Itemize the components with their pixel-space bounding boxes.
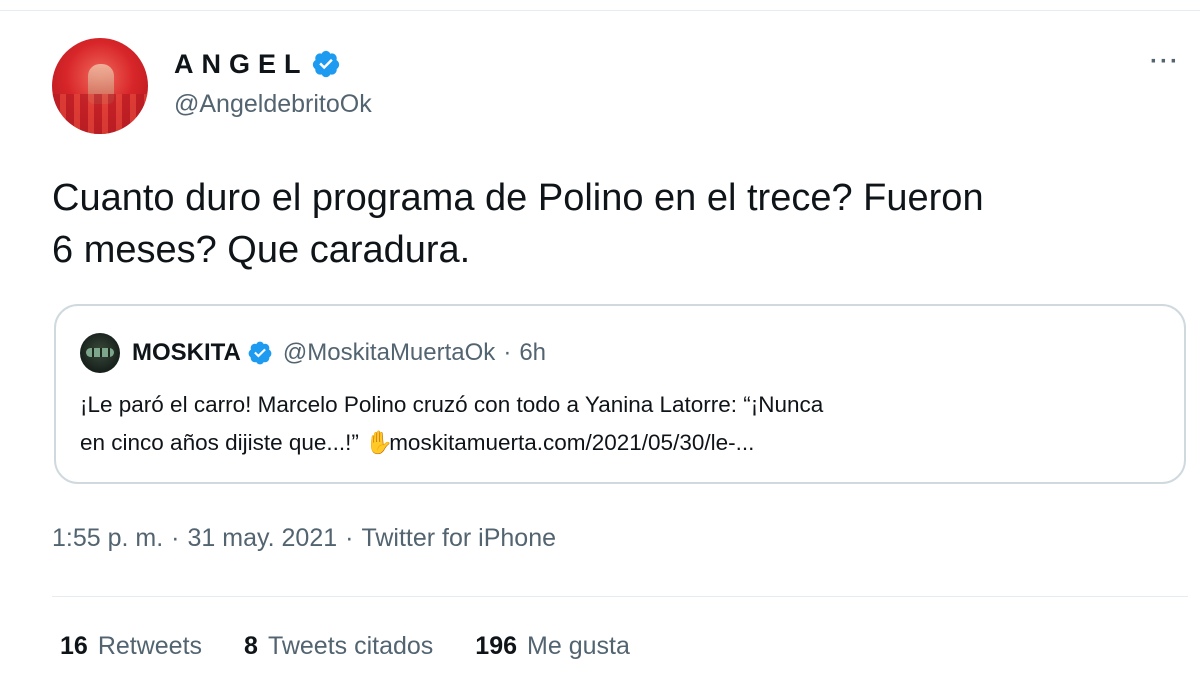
quoted-author-name[interactable]: MOSKITA: [132, 339, 241, 367]
tweet-meta: 1:55 p. m. · 31 may. 2021 · Twitter for iPho…: [52, 524, 556, 553]
quote-tweets-label: Tweets citados: [267, 632, 434, 660]
likes-stat[interactable]: 196 Me gusta: [475, 632, 630, 661]
quoted-tweet-header: MOSKITA @MoskitaMuertaOk · 6h: [132, 338, 546, 368]
separator-dot: ·: [171, 524, 180, 552]
avatar-background: [52, 94, 148, 134]
separator-dot: ·: [503, 339, 512, 366]
quote-tweets-stat[interactable]: 8 Tweets citados: [244, 632, 433, 661]
tweet-time[interactable]: 1:55 p. m.: [52, 524, 163, 552]
likes-count: 196: [475, 632, 518, 660]
quoted-tweet-card[interactable]: MOSKITA @MoskitaMuertaOk · 6h ¡Le paró e…: [54, 304, 1186, 484]
verified-badge-icon: [312, 50, 339, 78]
likes-label: Me gusta: [527, 632, 630, 660]
quoted-tweet-text: ¡Le paró el carro! Marcelo Polino cruzó …: [80, 386, 1160, 462]
tweet-detail-page: ANGEL @AngeldebritoOk ··· Cuanto duro el…: [0, 0, 1200, 675]
avatar-eyes: [86, 348, 114, 357]
stats-divider: [52, 596, 1188, 597]
engagement-stats: 16 Retweets 8 Tweets citados 196 Me gusta: [60, 632, 672, 661]
quoted-text-line1: ¡Le paró el carro! Marcelo Polino cruzó …: [80, 392, 824, 417]
retweets-label: Retweets: [97, 632, 203, 660]
quoted-link[interactable]: moskitamuerta.com/2021/05/30/le-...: [389, 430, 754, 455]
quoted-text-line2: en cinco años dijiste que...!”: [80, 430, 359, 455]
tweet-source[interactable]: Twitter for iPhone: [361, 524, 556, 552]
quote-tweets-count: 8: [244, 632, 258, 660]
top-divider: [0, 10, 1200, 11]
verified-badge-icon: [248, 341, 272, 365]
quoted-author-handle[interactable]: @MoskitaMuertaOk: [283, 339, 495, 367]
retweets-stat[interactable]: 16 Retweets: [60, 632, 202, 661]
more-options-icon[interactable]: ···: [1150, 48, 1180, 76]
author-avatar[interactable]: [52, 38, 148, 134]
author-display-name[interactable]: ANGEL: [174, 49, 309, 80]
author-handle[interactable]: @AngeldebritoOk: [174, 90, 372, 119]
separator-dot: ·: [345, 524, 354, 552]
raised-hand-emoji-icon: ✋: [365, 430, 394, 455]
tweet-text: Cuanto duro el programa de Polino en el …: [52, 177, 984, 271]
retweets-count: 16: [60, 632, 88, 660]
author-name-row[interactable]: ANGEL: [174, 48, 341, 80]
quoted-tweet-time[interactable]: 6h: [519, 339, 546, 367]
quoted-author-avatar[interactable]: [80, 333, 120, 373]
tweet-date[interactable]: 31 may. 2021: [188, 524, 338, 552]
